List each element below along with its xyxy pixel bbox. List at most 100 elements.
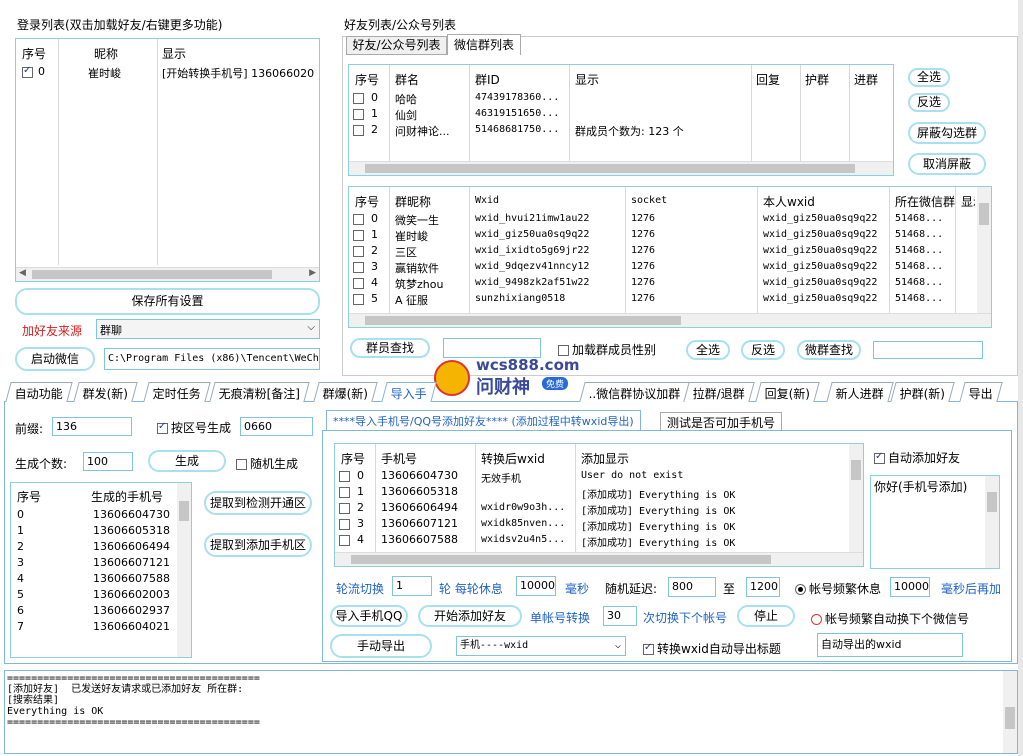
wechat-path-input[interactable]: C:\Program Files (x86)\Tencent\WeCha — [104, 348, 320, 370]
main-tab-8[interactable]: 回复(新) — [755, 382, 821, 402]
group-col-guard[interactable]: 护群 — [805, 71, 829, 88]
group-search-input[interactable] — [873, 341, 983, 359]
result-table[interactable]: 序号 手机号 转换后wxid 添加显示 0 13606604730 无效手机 User… — [334, 443, 864, 567]
rest-input[interactable]: 10000 — [516, 576, 556, 596]
main-tab-3[interactable]: 无痕清粉[备注] — [209, 382, 311, 402]
main-tab-10[interactable]: 护群(新) — [890, 382, 956, 402]
row-checkbox[interactable] — [339, 503, 350, 514]
delay-max-input[interactable]: 1200 — [746, 577, 780, 597]
main-tab-9[interactable]: 新人进群 — [826, 382, 894, 402]
member-col-disp[interactable]: 显示 — [961, 193, 975, 210]
row-checkbox[interactable] — [353, 214, 364, 225]
stop-button[interactable]: 停止 — [737, 605, 795, 627]
login-col-nick[interactable]: 昵称 — [94, 45, 118, 62]
group-col-name[interactable]: 群名 — [395, 71, 419, 88]
member-search-button[interactable]: 群员查找 — [350, 338, 430, 358]
row-checkbox[interactable] — [339, 519, 350, 530]
group-col-id[interactable]: 群ID — [475, 71, 500, 88]
table-row[interactable]: 5 A 征服 sunzhixiang0518 1276 wxid_giz50ua0sq9… — [353, 292, 973, 308]
group-col-join[interactable]: 进群 — [854, 71, 878, 88]
chevron-down-icon[interactable]: ⌵ — [307, 322, 315, 333]
group-search-button[interactable]: 微群查找 — [797, 340, 861, 360]
member-col-self[interactable]: 本人wxid — [763, 193, 815, 210]
table-row[interactable]: 1 崔时峻 wxid_giz50ua0sq9q22 1276 wxid_giz50ua0… — [353, 228, 973, 244]
main-tab-0[interactable]: 自动功能 — [5, 382, 73, 402]
tab-test-phone[interactable]: 测试是否可加手机号 — [660, 412, 783, 430]
log-panel[interactable]: ========================================… — [4, 670, 1018, 754]
res-col-wxid[interactable]: 转换后wxid — [481, 450, 545, 467]
save-settings-button[interactable]: 保存所有设置 — [15, 288, 320, 315]
group-select-all-button[interactable]: 全选 — [908, 68, 950, 87]
row-checkbox[interactable] — [353, 230, 364, 241]
main-tab-6[interactable]: ..微信群协议加群 — [579, 382, 691, 402]
table-row[interactable]: 3 13606607121 wxidk85nven... [添加成功] Everyth… — [339, 517, 849, 533]
member-col-idx[interactable]: 序号 — [355, 193, 379, 210]
group-col-disp[interactable]: 显示 — [575, 71, 599, 88]
log-vscroll[interactable] — [1003, 671, 1017, 753]
freq-rest-input[interactable]: 10000 — [890, 577, 930, 597]
manual-export-button[interactable]: 手动导出 — [330, 634, 432, 658]
table-row[interactable]: 2 13606606494 wxidr0w9o3h... [添加成功] Everyth… — [339, 501, 849, 517]
scroll-left-icon[interactable]: ◀ — [19, 268, 26, 278]
import-phone-button[interactable]: 导入手机QQ — [330, 605, 408, 627]
table-row[interactable]: 0 哈哈 47439178360... — [353, 91, 893, 107]
member-col-socket[interactable]: socket — [631, 195, 667, 206]
main-tab-2[interactable]: 定时任务 — [143, 382, 211, 402]
res-vscroll[interactable] — [849, 444, 863, 552]
row-checkbox[interactable] — [353, 278, 364, 289]
table-row[interactable]: 1 仙剑 46319151650... — [353, 107, 893, 123]
list-item[interactable]: 3 13606607121 — [17, 556, 177, 572]
extract-add-button[interactable]: 提取到添加手机区 — [204, 533, 312, 557]
group-table[interactable]: 序号 群名 群ID 显示 回复 护群 进群 0 哈哈 47439178360... … — [348, 64, 894, 176]
area-input[interactable]: 0660 — [240, 417, 313, 436]
list-item[interactable]: 5 13606602003 — [17, 588, 177, 604]
export-mode-select[interactable]: 手机----wxid ⌵ — [456, 636, 626, 656]
res-col-disp[interactable]: 添加显示 — [581, 450, 629, 467]
main-tab-1[interactable]: 群发(新) — [73, 382, 139, 402]
table-row[interactable]: 1 13606605318 [添加成功] Everything is OK — [339, 485, 849, 501]
list-item[interactable]: 7 13606604021 — [17, 620, 177, 636]
source-select[interactable]: 群聊 ⌵ — [96, 319, 320, 339]
member-select-all-button[interactable]: 全选 — [686, 340, 730, 360]
row-checkbox[interactable] — [339, 487, 350, 498]
table-row[interactable]: 2 问财神论... 51468681750... 群成员个数为: 123 个 — [353, 123, 893, 139]
single-input[interactable]: 30 — [603, 606, 637, 626]
list-item[interactable]: 1 13606605318 — [17, 524, 177, 540]
member-col-wxid[interactable]: Wxid — [475, 195, 499, 206]
table-row[interactable]: 0 13606604730 无效手机 User do not exist — [339, 469, 849, 485]
login-hscroll[interactable]: ◀ ▶ — [16, 267, 319, 281]
list-item[interactable]: 0 13606604730 — [17, 508, 177, 524]
res-col-idx[interactable]: 序号 — [341, 450, 365, 467]
extract-open-button[interactable]: 提取到检测开通区 — [204, 491, 312, 515]
row-checkbox[interactable] — [353, 294, 364, 305]
login-col-idx[interactable]: 序号 — [22, 45, 46, 62]
group-col-idx[interactable]: 序号 — [355, 71, 379, 88]
auto-export-checkbox[interactable]: 转换wxid自动导出标题 — [643, 640, 781, 657]
delay-min-input[interactable]: 800 — [668, 577, 716, 597]
member-hscroll[interactable] — [349, 313, 991, 327]
login-list[interactable]: 序号 昵称 显示 0 崔时峻 [开始转换手机号] 136066020 ◀ ▶ — [15, 38, 320, 282]
table-row[interactable]: 4 13606607588 wxidsv2u4n5... [添加成功] Everyth… — [339, 533, 849, 549]
start-wechat-button[interactable]: 启动微信 — [15, 347, 95, 371]
list-item[interactable]: 6 13606602937 — [17, 604, 177, 620]
table-row[interactable]: 0 微笑一生 wxid_hvui21imw1au22 1276 wxid_giz50ua… — [353, 212, 973, 228]
tab-import-add[interactable]: ****导入手机号/QQ号添加好友**** (添加过程中转wxid导出) — [326, 410, 641, 430]
table-row[interactable]: 3 赢销软件 wxid_9dqezv41nncy12 1276 wxid_giz50ua… — [353, 260, 973, 276]
res-col-phone[interactable]: 手机号 — [381, 450, 417, 467]
table-row[interactable]: 4 筑梦zhou wxid_9498zk2af51w22 1276 wxid_giz50… — [353, 276, 973, 292]
scroll-right-icon[interactable]: ▶ — [309, 268, 316, 278]
login-row-checkbox[interactable] — [22, 65, 33, 78]
group-hscroll[interactable] — [349, 161, 893, 175]
start-add-button[interactable]: 开始添加好友 — [418, 605, 522, 627]
main-tab-11[interactable]: 导出 — [959, 382, 1003, 402]
freq-switch-radio[interactable]: 帐号频繁自动换下个微信号 — [811, 610, 969, 627]
block-checked-button[interactable]: 屏蔽勾选群 — [908, 122, 986, 144]
random-checkbox[interactable]: 随机生成 — [236, 455, 298, 472]
count-input[interactable]: 100 — [83, 452, 133, 471]
auto-add-checkbox[interactable]: 自动添加好友 — [874, 449, 960, 466]
group-col-reply[interactable]: 回复 — [756, 71, 780, 88]
row-checkbox[interactable] — [339, 535, 350, 546]
main-tab-5[interactable]: 导入手 — [381, 382, 437, 402]
member-vscroll[interactable] — [977, 187, 991, 313]
login-row[interactable]: 0 崔时峻 [开始转换手机号] 136066020 — [22, 65, 318, 81]
